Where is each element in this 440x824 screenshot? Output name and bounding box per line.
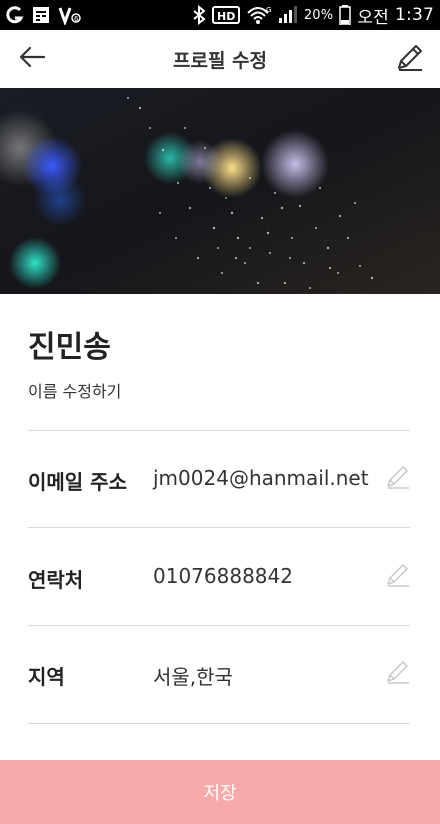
email-label: 이메일 주소 [28, 470, 127, 494]
clock-ampm: 오전 [357, 7, 390, 28]
status-left: 6 [6, 5, 82, 25]
carrier-g-icon [6, 6, 24, 24]
edit-phone-button[interactable] [384, 562, 412, 592]
voice-icon: 6 [58, 5, 82, 25]
app-header: 프로필 수정 [0, 30, 440, 88]
page-title: 프로필 수정 [172, 49, 267, 72]
back-arrow-icon [18, 46, 46, 72]
battery-icon [339, 5, 352, 25]
cover-image [0, 88, 440, 294]
field-row-email: 이메일 주소 jm0024@hanmail.net [0, 432, 440, 528]
region-label: 지역 [28, 665, 65, 689]
field-row-region: 지역 서울,한국 [0, 627, 440, 723]
battery-percent: 20% [303, 7, 334, 23]
phone-label: 연락처 [28, 568, 84, 592]
bluetooth-icon [192, 5, 206, 25]
edit-region-button[interactable] [384, 659, 412, 689]
edit-name-link[interactable]: 이름 수정하기 [28, 378, 121, 402]
divider [28, 527, 410, 528]
edit-profile-button[interactable] [392, 42, 428, 76]
divider [28, 430, 410, 431]
clock-time: 1:37 [395, 5, 434, 25]
calendar-icon [32, 6, 50, 24]
pencil-icon [385, 562, 411, 592]
status-bar: 6 HD G 20% 오전 1:37 [0, 0, 440, 30]
divider [28, 625, 410, 626]
divider [28, 723, 410, 724]
phone-value: 01076888842 [153, 564, 293, 588]
region-value: 서울,한국 [153, 665, 233, 689]
edit-email-button[interactable] [384, 464, 412, 494]
svg-text:HD: HD [217, 10, 235, 23]
signal-icon [278, 6, 298, 24]
profile-name: 진민송 [28, 330, 111, 365]
field-row-phone: 연락처 01076888842 [0, 530, 440, 626]
pencil-icon [395, 42, 425, 76]
email-value: jm0024@hanmail.net [153, 466, 369, 490]
wifi-icon: G [246, 5, 272, 25]
hd-icon: HD [211, 6, 240, 24]
back-button[interactable] [14, 43, 50, 75]
pencil-icon [385, 464, 411, 494]
save-button[interactable]: 저장 [0, 760, 440, 824]
status-right: HD G 20% 오전 1:37 [192, 3, 434, 28]
svg-text:G: G [266, 6, 271, 14]
svg-text:6: 6 [74, 15, 79, 23]
pencil-icon [385, 659, 411, 689]
